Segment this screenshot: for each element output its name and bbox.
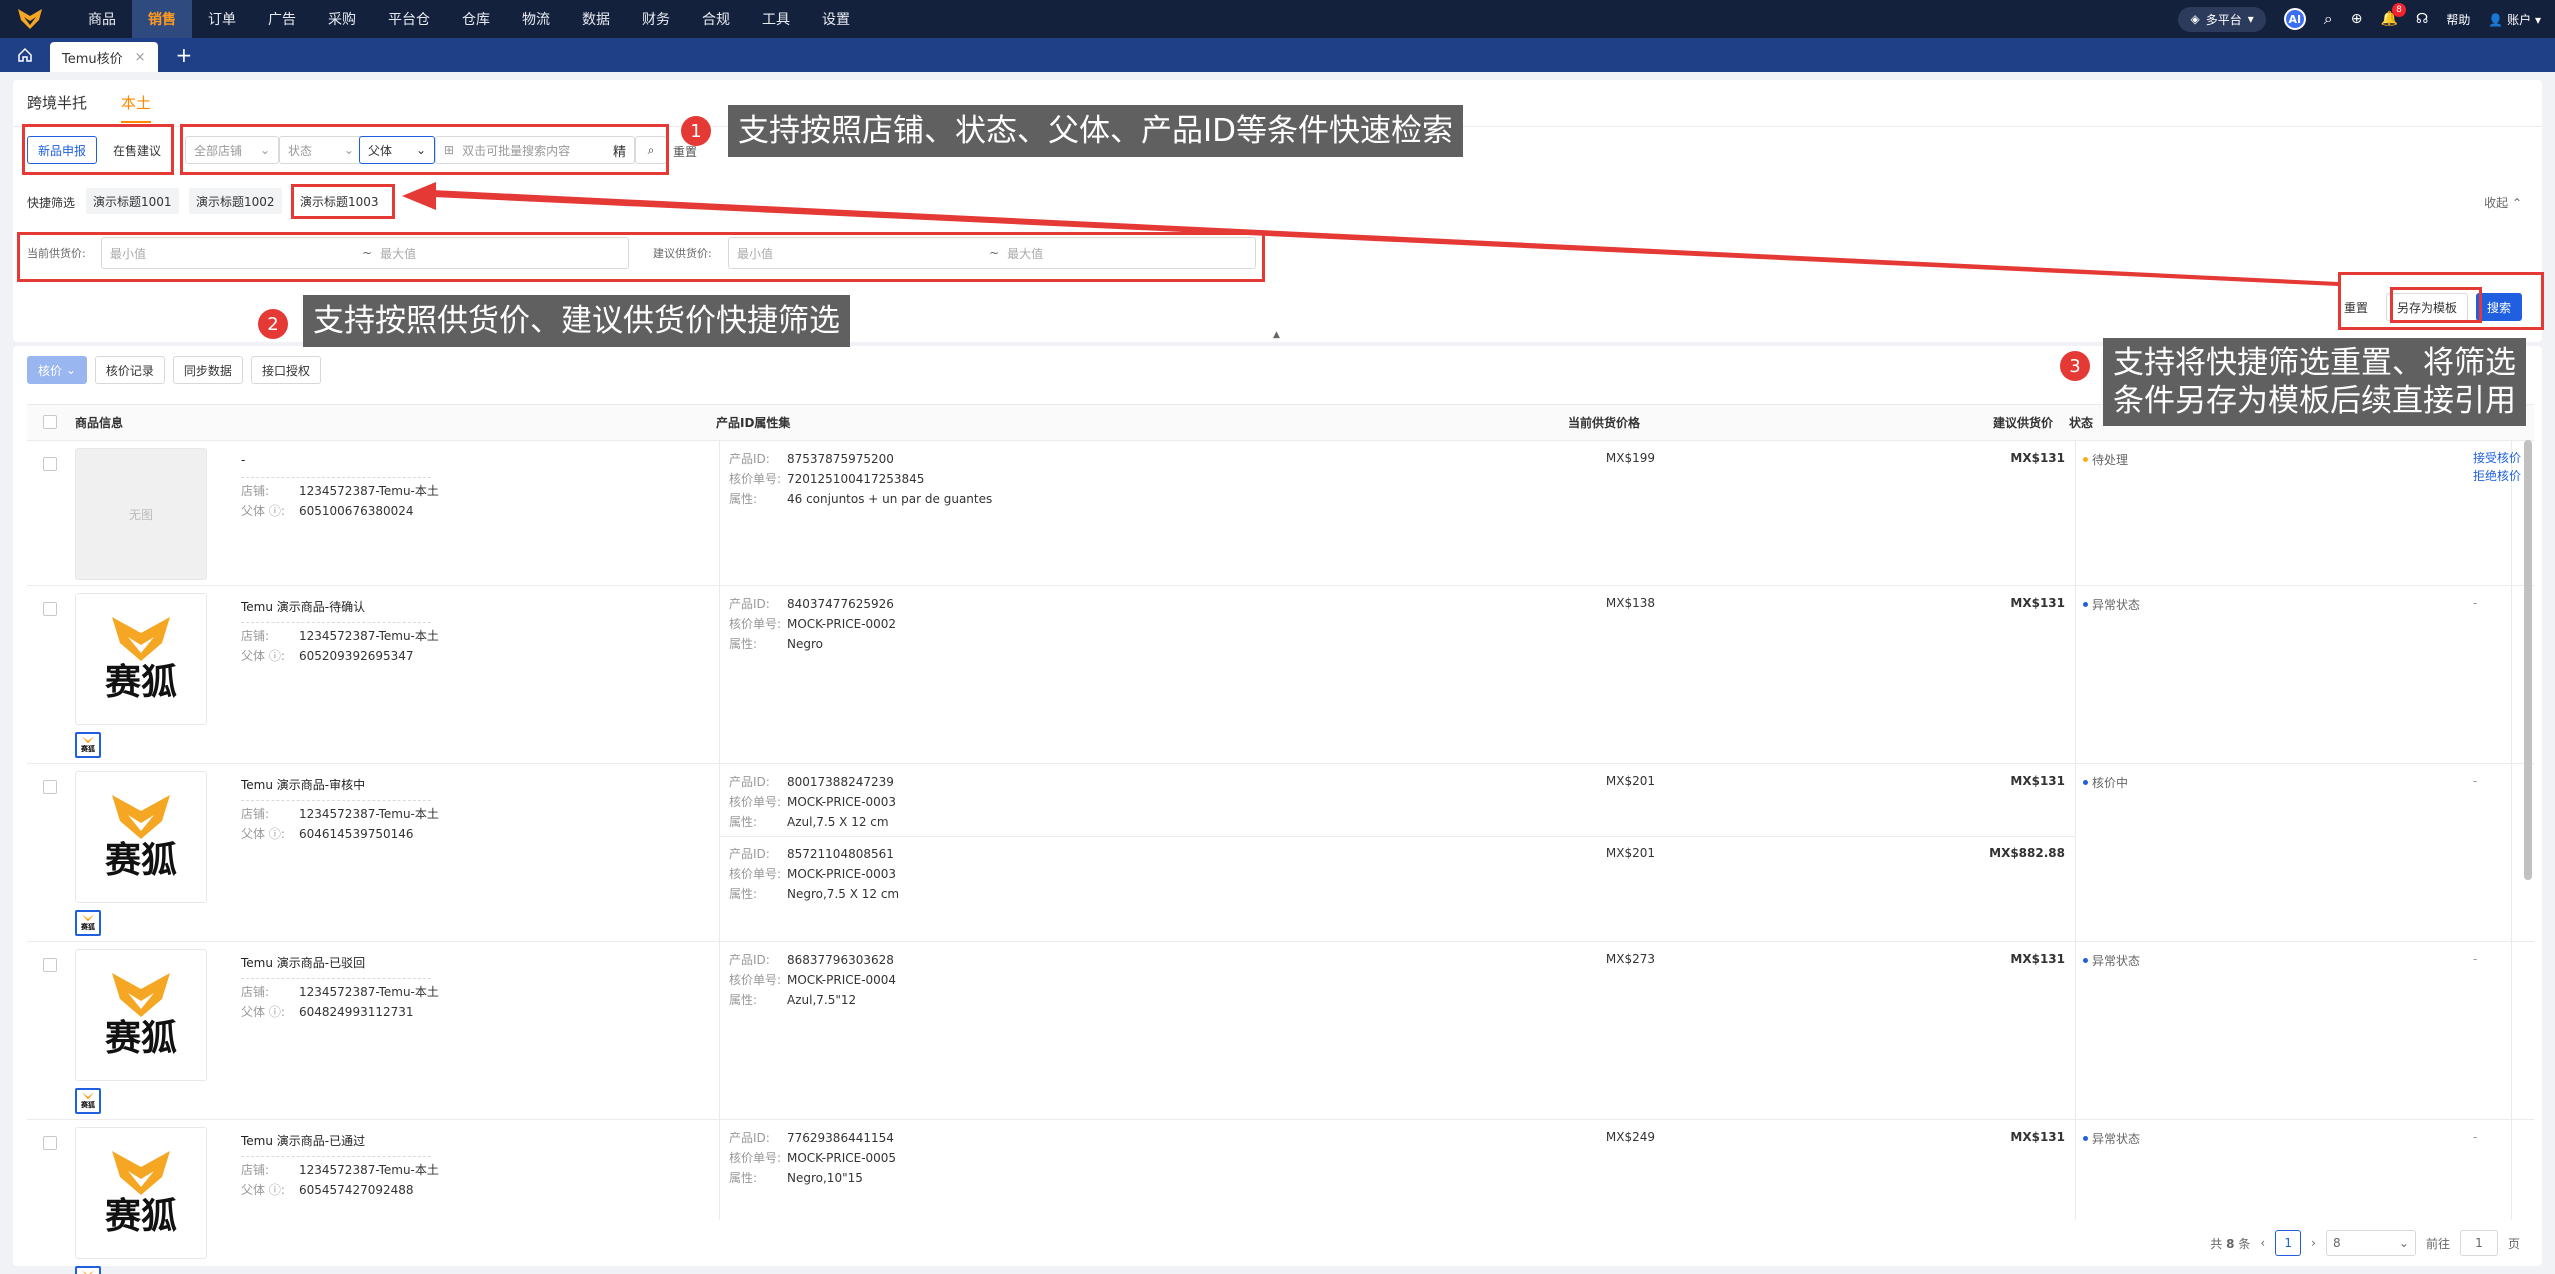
annotation-callout-3: 支持将快捷筛选重置、将筛选 条件另存为模板后续直接引用 bbox=[2103, 338, 2526, 426]
annotation-arrow bbox=[402, 182, 2338, 286]
callout-3-line-2: 条件另存为模板后续直接引用 bbox=[2113, 383, 2516, 419]
annotation-number-2: 2 bbox=[258, 309, 288, 339]
annotation-number-1: 1 bbox=[681, 116, 711, 146]
annotation-callout-1: 支持按照店铺、状态、父体、产品ID等条件快速检索 bbox=[728, 105, 1464, 157]
annotation-callout-2: 支持按照供货价、建议供货价快捷筛选 bbox=[303, 295, 850, 347]
annotation-number-3: 3 bbox=[2060, 351, 2090, 381]
callout-3-line-1: 支持将快捷筛选重置、将筛选 bbox=[2113, 345, 2516, 381]
